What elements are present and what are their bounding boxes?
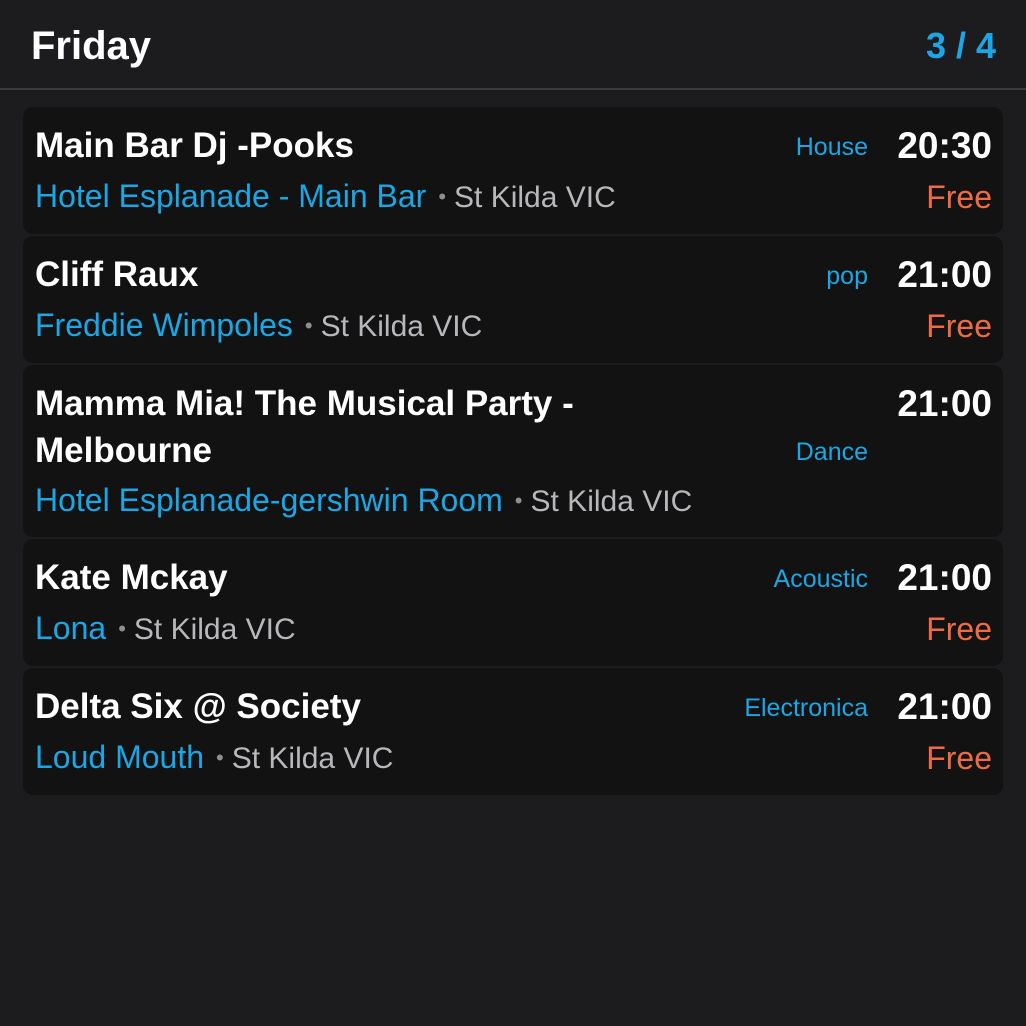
separator-dot: • — [438, 184, 447, 209]
separator-dot: • — [118, 616, 126, 641]
venue-link[interactable]: Hotel Esplanade-gershwin Room — [35, 482, 503, 518]
event-location: St Kilda VIC — [231, 742, 394, 775]
day-title: Friday — [31, 24, 152, 68]
event-card[interactable]: Delta Six @ Society Electronica 21:00 Lo… — [23, 668, 1003, 795]
event-price: Free — [926, 179, 992, 215]
event-location: St Kilda VIC — [454, 181, 616, 214]
event-genre: Electronica — [744, 694, 868, 722]
event-time: 21:00 — [897, 383, 992, 424]
event-list: Main Bar Dj -Pooks House 20:30 Hotel Esp… — [23, 107, 1003, 797]
event-venue-line: Hotel Esplanade - Main Bar • St Kilda VIC — [35, 176, 616, 220]
event-venue-line: Freddie Wimpoles • St Kilda VIC — [35, 305, 482, 349]
separator-dot: • — [514, 488, 523, 513]
venue-link[interactable]: Loud Mouth — [35, 739, 204, 775]
event-title: Cliff Raux — [35, 255, 199, 294]
event-location: St Kilda VIC — [530, 485, 693, 518]
event-genre: pop — [826, 262, 868, 290]
event-price: Free — [926, 611, 992, 647]
event-genre: House — [795, 133, 868, 161]
event-price: Free — [926, 308, 992, 344]
event-location: St Kilda VIC — [133, 613, 296, 646]
event-title: Main Bar Dj -Pooks — [35, 126, 354, 165]
separator-dot: • — [216, 745, 224, 770]
event-card[interactable]: Kate Mckay Acoustic 21:00 Lona • St Kilda … — [23, 539, 1003, 666]
event-price: Free — [926, 740, 992, 776]
event-time: 21:00 — [897, 686, 992, 727]
event-location: St Kilda VIC — [320, 310, 483, 343]
event-venue-line: Loud Mouth • St Kilda VIC — [35, 737, 393, 781]
venue-link[interactable]: Lona — [35, 610, 106, 646]
event-title: Delta Six @ Society — [35, 687, 361, 726]
event-genre: Dance — [795, 438, 868, 466]
event-genre: Acoustic — [773, 565, 868, 593]
separator-dot: • — [304, 313, 313, 338]
event-card[interactable]: Cliff Raux pop 21:00 Freddie Wimpoles • St… — [23, 236, 1003, 363]
page-indicator: 3 / 4 — [925, 25, 996, 66]
event-time: 21:00 — [897, 557, 992, 598]
event-time: 21:00 — [897, 254, 992, 295]
event-time: 20:30 — [897, 125, 992, 166]
event-venue-line: Hotel Esplanade-gershwin Room • St Kilda V… — [35, 480, 692, 524]
event-card[interactable]: Mamma Mia! The Musical Party - Melbourne… — [23, 365, 1003, 537]
header: Friday 3 / 4 — [0, 0, 1026, 90]
event-card[interactable]: Main Bar Dj -Pooks House 20:30 Hotel Esp… — [23, 107, 1003, 234]
event-venue-line: Lona • St Kilda VIC — [35, 608, 296, 652]
event-title: Kate Mckay — [35, 558, 228, 597]
event-title: Mamma Mia! The Musical Party - Melbourne — [35, 384, 574, 470]
venue-link[interactable]: Freddie Wimpoles — [35, 307, 293, 343]
venue-link[interactable]: Hotel Esplanade - Main Bar — [35, 178, 426, 214]
